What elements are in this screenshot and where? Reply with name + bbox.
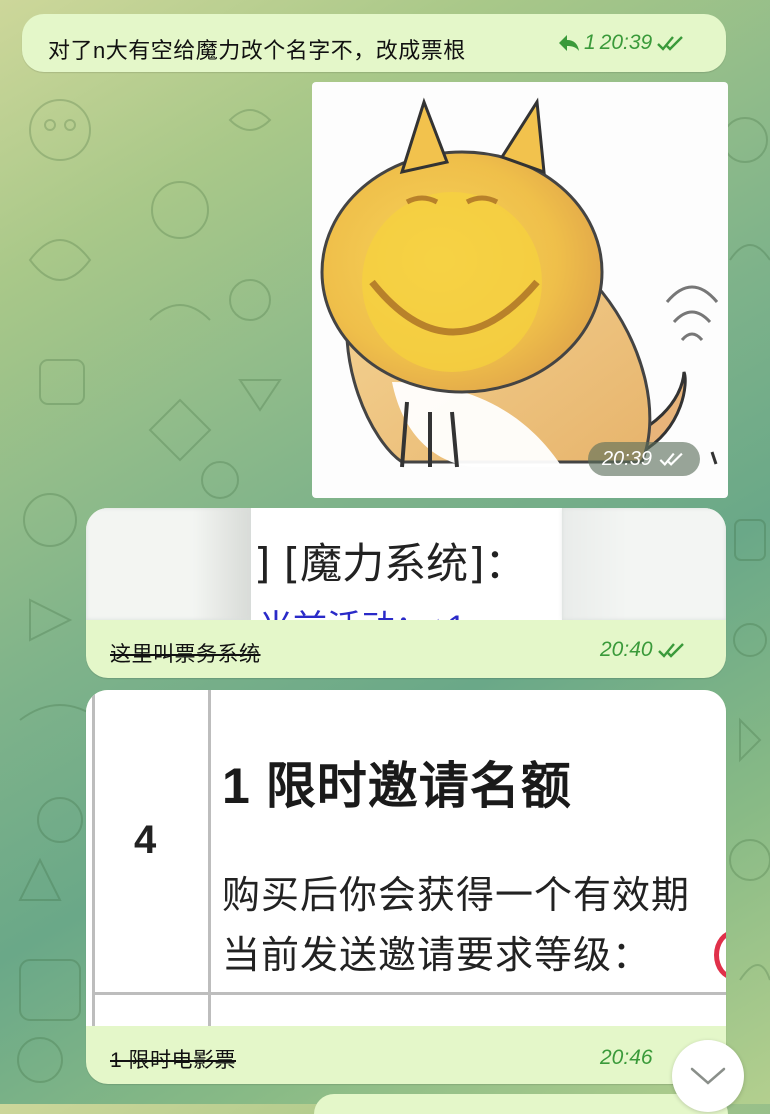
table-border <box>92 690 95 1026</box>
screenshot-line: 购买后你会获得一个有效期 <box>222 875 691 917</box>
message-time: 20:40 <box>600 638 653 661</box>
screenshot-title: 1 限时邀请名额 <box>222 758 572 814</box>
red-badge-mark <box>714 930 726 980</box>
blurred-region <box>562 508 726 620</box>
reply-count: 1 <box>584 31 596 54</box>
message-time: 20:39 <box>599 31 653 54</box>
chevron-down-icon <box>690 1067 726 1085</box>
message-meta: 1 20:39 <box>558 31 686 55</box>
screenshot-image[interactable]: 4 1 限时邀请名额 购买后你会获得一个有效期 当前发送邀请要求等级： <box>86 690 726 1026</box>
screenshot-sublabel: 当前活动：♠1 <box>259 600 466 620</box>
screenshot-visible-region: ] [魔力系统]： 当前活动：♠1 <box>251 508 562 620</box>
table-border <box>208 690 211 1026</box>
message-bubble-text[interactable]: 对了n大有空给魔力改个名字不，改成票根 1 20:39 <box>22 14 726 72</box>
message-text: 对了n大有空给魔力改个名字不，改成票根 <box>48 38 466 63</box>
message-time: 20:39 <box>601 447 652 470</box>
message-meta: 20:40 <box>600 638 687 662</box>
double-check-icon <box>657 643 684 658</box>
sticker-time-badge: 20:39 <box>587 442 700 476</box>
image-caption: 1 限时电影票 <box>110 1049 237 1072</box>
double-check-icon <box>659 452 683 466</box>
screenshot-label: ] [魔力系统]： <box>254 539 527 588</box>
double-check-icon <box>657 36 684 51</box>
blurred-region <box>86 508 251 620</box>
image-caption: 这里叫票务系统 <box>110 643 261 666</box>
message-meta: 20:46 <box>600 1046 653 1070</box>
screenshot-image[interactable]: ] [魔力系统]： 当前活动：♠1 <box>86 508 726 620</box>
table-row-number: 4 <box>134 818 157 862</box>
message-time: 20:46 <box>600 1046 653 1069</box>
image-message-bubble[interactable]: ] [魔力系统]： 当前活动：♠1 这里叫票务系统 20:40 <box>86 508 726 678</box>
table-border <box>92 992 726 995</box>
next-message-peek <box>314 1094 728 1114</box>
sticker-message[interactable]: 20:39 <box>312 82 728 498</box>
screenshot-line: 当前发送邀请要求等级： <box>222 935 652 977</box>
image-message-bubble[interactable]: 4 1 限时邀请名额 购买后你会获得一个有效期 当前发送邀请要求等级： 1 限时… <box>86 690 726 1084</box>
reply-arrow-icon <box>559 35 579 51</box>
cat-sticker-image <box>320 97 719 468</box>
scroll-down-button[interactable] <box>672 1040 744 1112</box>
